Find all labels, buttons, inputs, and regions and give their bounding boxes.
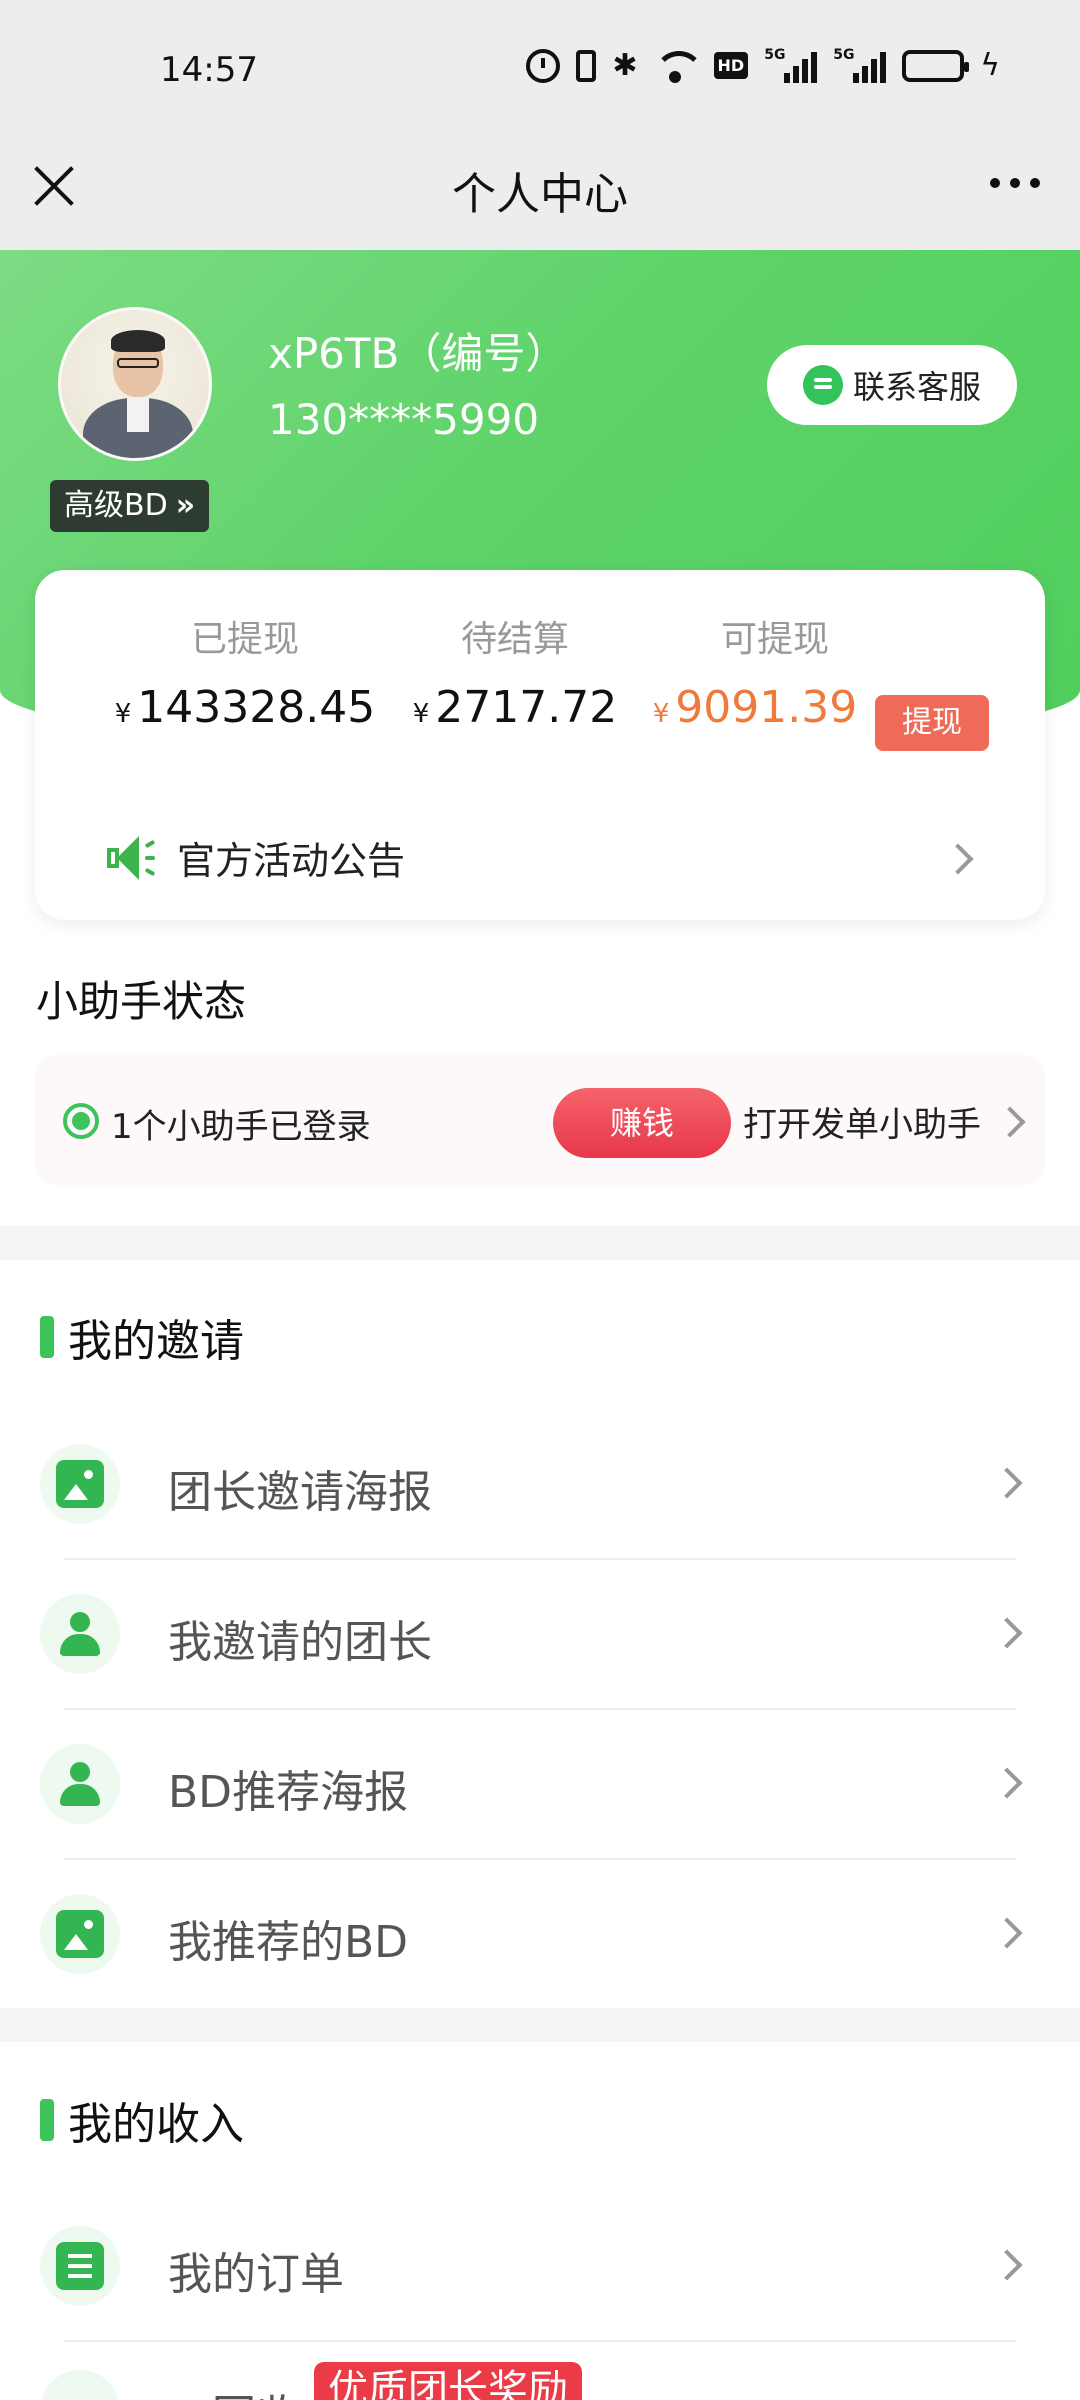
available-label: 可提现 — [720, 619, 829, 660]
chevron-right-icon[interactable] — [994, 1106, 1026, 1138]
charging-icon: ϟ — [980, 48, 1000, 83]
status-time: 14:57 — [160, 50, 258, 90]
user-share-icon — [40, 1744, 120, 1824]
alarm-icon — [526, 48, 561, 83]
contact-support-button[interactable]: 联系客服 — [767, 345, 1017, 425]
helper-status-row: 1个小助手已登录 赚钱 打开发单小助手 — [35, 1055, 1045, 1185]
chevron-right-icon — [991, 1467, 1023, 1499]
reward-icon — [40, 2370, 120, 2400]
personal-center-page: 14:57 ✱ HD 5G 5G ϟ 个人中心 高级BD » xP6TB（编号）… — [0, 0, 1080, 2400]
pending-value: 2717.72 — [435, 682, 618, 733]
section-divider — [0, 2008, 1080, 2042]
more-icon[interactable] — [990, 178, 1040, 188]
image-icon — [40, 1444, 120, 1524]
chevron-right-icon — [991, 2249, 1023, 2281]
menu-item-leader-invite-poster[interactable]: 团长邀请海报 — [0, 1410, 1080, 1560]
announcement-row[interactable]: 官方活动公告 — [105, 830, 405, 885]
earn-button[interactable]: 赚钱 — [553, 1088, 731, 1158]
helper-status-text: 1个小助手已登录 — [111, 1107, 371, 1147]
available-value: 9091.39 — [675, 682, 858, 733]
chat-icon — [802, 365, 843, 405]
currency-symbol: ¥ — [114, 699, 132, 729]
pending-stat[interactable]: 待结算 ¥2717.72 — [395, 610, 635, 733]
promo-tag: 优质团长奖励 — [314, 2362, 582, 2400]
users-icon — [40, 1594, 120, 1674]
menu-item-bd-referral-poster[interactable]: BD推荐海报 — [0, 1710, 1080, 1860]
available-stat[interactable]: 可提现 ¥9091.39 — [645, 610, 865, 733]
contact-label: 联系客服 — [852, 368, 981, 406]
signal-5g-icon: 5G — [764, 47, 818, 83]
chevron-right-icon — [991, 1767, 1023, 1799]
partial-menu-label[interactable]: 二回收 — [168, 2380, 300, 2400]
chevron-right-icon — [991, 1917, 1023, 1949]
pending-label: 待结算 — [460, 619, 569, 660]
announcement-label: 官方活动公告 — [177, 839, 406, 883]
menu-item-my-referred-bd[interactable]: 我推荐的BD — [0, 1860, 1080, 2010]
withdrawn-label: 已提现 — [190, 619, 299, 660]
helper-section-title: 小助手状态 — [36, 977, 247, 1026]
currency-symbol: ¥ — [412, 699, 430, 729]
top-bar: 14:57 ✱ HD 5G 5G ϟ 个人中心 — [0, 0, 1080, 250]
wifi-icon — [653, 50, 704, 83]
section-accent-bar — [40, 1316, 54, 1358]
page-title: 个人中心 — [452, 169, 628, 220]
menu-item-my-invited-leaders[interactable]: 我邀请的团长 — [0, 1560, 1080, 1710]
battery-icon — [902, 49, 970, 82]
income-section-title: 我的收入 — [40, 2088, 244, 2152]
level-label: 高级BD — [64, 488, 168, 523]
user-phone: 130****5990 — [268, 395, 540, 444]
user-name: xP6TB（编号） — [268, 329, 568, 378]
avatar[interactable] — [58, 307, 212, 461]
section-divider — [0, 1226, 1080, 1260]
poster-icon — [40, 1894, 120, 1974]
menu-item-my-orders[interactable]: 我的订单 — [0, 2192, 1080, 2342]
double-chevron-icon: » — [175, 488, 196, 523]
bluetooth-icon: ✱ — [612, 47, 638, 83]
hd-icon: HD — [713, 52, 749, 79]
chevron-right-icon[interactable] — [942, 843, 974, 875]
status-radio-icon — [63, 1103, 99, 1139]
invite-section-title: 我的邀请 — [40, 1305, 244, 1369]
open-helper-link[interactable]: 打开发单小助手 — [743, 1097, 981, 1146]
earnings-card: 已提现 ¥143328.45 待结算 ¥2717.72 可提现 ¥9091.39… — [35, 570, 1045, 920]
signal-5g-icon: 5G — [833, 47, 887, 83]
chevron-right-icon — [991, 1617, 1023, 1649]
withdraw-button[interactable]: 提现 — [875, 695, 989, 751]
withdrawn-stat[interactable]: 已提现 ¥143328.45 — [95, 610, 395, 733]
level-badge[interactable]: 高级BD » — [50, 480, 210, 532]
section-accent-bar — [40, 2099, 54, 2141]
currency-symbol: ¥ — [652, 699, 670, 729]
withdrawn-value: 143328.45 — [137, 682, 376, 733]
vibrate-icon — [576, 49, 597, 82]
order-icon — [40, 2226, 120, 2306]
status-icons: ✱ HD 5G 5G ϟ — [526, 47, 1000, 83]
speaker-icon — [105, 832, 157, 884]
